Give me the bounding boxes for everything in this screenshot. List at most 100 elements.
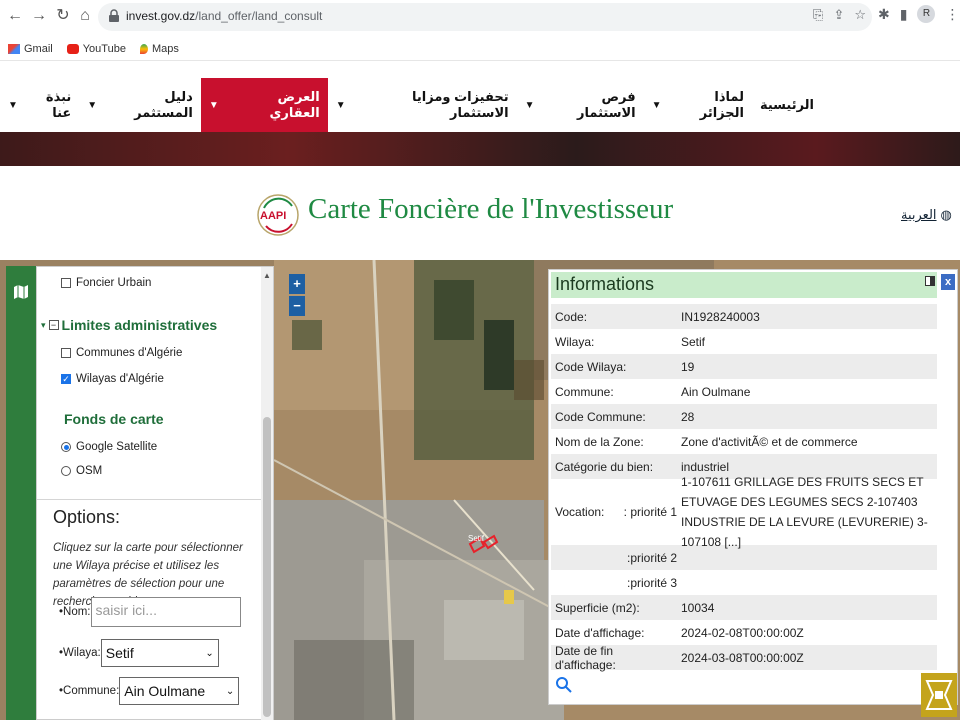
checkbox[interactable] xyxy=(61,348,71,358)
options-title: Options: xyxy=(53,507,121,527)
menu-dots-icon[interactable]: ⋮ xyxy=(945,6,959,23)
layer-communes[interactable]: Communes d'Algérie xyxy=(61,347,182,359)
info-value: IN1928240003 xyxy=(681,309,760,324)
info-value: 28 xyxy=(681,409,695,424)
wilaya-select[interactable]: Setif ⌄ xyxy=(100,639,219,667)
nav-land-offer[interactable]: العرض العقاري ▼ xyxy=(200,78,328,132)
nav-label: الرئيسية xyxy=(759,97,814,112)
restore-icon[interactable] xyxy=(925,276,935,286)
layer-wilayas[interactable]: ✓ Wilayas d'Algérie xyxy=(61,373,164,385)
radio-label: OSM xyxy=(76,465,103,477)
nom-label: •Nom: xyxy=(59,606,91,618)
basemap-osm[interactable]: OSM xyxy=(61,465,102,477)
info-value: Zone d'activitÃ© et de commerce xyxy=(681,434,858,449)
nav-incentives[interactable]: تحفيزات ومزايا الاستثمار ▼ xyxy=(328,78,517,132)
radio-checked[interactable] xyxy=(61,442,71,452)
info-value: 2024-03-08T00:00:00Z xyxy=(681,650,804,665)
zoom-out-button[interactable]: − xyxy=(289,296,305,316)
checkbox-checked[interactable]: ✓ xyxy=(61,374,71,384)
info-row: Code Commune: 28 xyxy=(551,404,937,429)
lang-link[interactable]: العربية xyxy=(901,207,937,223)
bookmark-label: Gmail xyxy=(24,42,53,55)
chevron-down-icon[interactable]: ▾ xyxy=(41,320,46,331)
search-icon[interactable] xyxy=(555,676,573,694)
layers-panel: Foncier Urbain ▾ − Limites administratives… xyxy=(36,266,274,720)
nav-home[interactable]: الرئيسية xyxy=(752,78,822,132)
info-value: 2024-02-08T00:00:00Z xyxy=(681,625,804,640)
info-row: Commune: Ain Oulmane xyxy=(551,379,937,404)
home-icon[interactable]: ⌂ xyxy=(74,5,96,27)
info-row: Wilaya: Setif xyxy=(551,329,937,354)
scroll-thumb[interactable] xyxy=(263,417,271,717)
info-panel: Informations x Code: IN1928240003 Wilaya: S… xyxy=(548,269,958,705)
map-layers-icon[interactable] xyxy=(13,284,29,300)
page-title: Carte Foncière de l'Investisseur xyxy=(308,193,674,225)
section-title: Limites administratives xyxy=(61,317,218,333)
zoom-in-button[interactable]: + xyxy=(289,274,305,294)
wilaya-row: •Wilaya: Setif ⌄ xyxy=(59,639,219,667)
fonds-section-title: Fonds de carte xyxy=(64,411,164,427)
language-switch[interactable]: العربية ◍ xyxy=(901,207,952,223)
info-label: Wilaya: xyxy=(555,334,595,349)
panel-scrollbar[interactable]: ▲ xyxy=(261,267,273,720)
nav-why-algeria[interactable]: لماذا الجزائر ▼ xyxy=(644,78,752,132)
limites-toggle[interactable]: ▾ − Limites administratives xyxy=(41,317,217,333)
info-row: Superficie (m2): 10034 xyxy=(551,595,937,620)
info-row: Code: IN1928240003 xyxy=(551,304,937,329)
caret-down-icon: ▼ xyxy=(208,99,219,111)
gmail-icon xyxy=(8,43,20,54)
bookmark-label: YouTube xyxy=(82,42,126,55)
lock-icon[interactable] xyxy=(108,9,120,23)
translate-icon[interactable]: ⎘ xyxy=(813,7,823,23)
land-parcel-marker[interactable]: Setif xyxy=(466,532,500,558)
sidepanel-icon[interactable]: ▮ xyxy=(900,6,908,23)
nav-about[interactable]: نبذة عنا ▼ xyxy=(0,78,79,132)
info-row: Date de fin d'affichage: 2024-03-08T00:00… xyxy=(551,644,937,672)
logo-text: AAPI xyxy=(260,210,286,222)
info-value: Setif xyxy=(681,334,706,349)
star-icon[interactable]: ☆ xyxy=(854,7,866,23)
zoom-controls: + − xyxy=(289,274,305,318)
commune-row: •Commune: Ain Oulmane ⌄ xyxy=(59,677,240,705)
extensions-icon[interactable]: ✱ xyxy=(878,6,890,23)
bookmark-gmail[interactable]: Gmail xyxy=(8,43,53,55)
avatar[interactable]: R xyxy=(917,5,936,23)
bookmark-maps[interactable]: Maps xyxy=(139,42,179,55)
layer-foncier-urbain[interactable]: Foncier Urbain xyxy=(61,277,151,289)
nav-label: دليل المستثمر xyxy=(134,89,193,120)
info-label: Code Wilaya: xyxy=(555,359,627,374)
bookmark-youtube[interactable]: YouTube xyxy=(66,42,126,55)
caret-down-icon: ▼ xyxy=(8,99,18,111)
commune-select[interactable]: Ain Oulmane ⌄ xyxy=(119,677,240,705)
share-icon[interactable]: ⇪ xyxy=(833,7,844,23)
info-label: Catégorie du bien: xyxy=(555,459,654,474)
nom-input[interactable]: saisir ici... xyxy=(90,597,241,627)
checkbox[interactable]: − xyxy=(48,320,59,330)
globe-icon[interactable]: ◍ xyxy=(941,207,952,223)
browser-toolbar: ← → ↻ ⌂ invest.gov.dz/land_offer/land_co… xyxy=(0,0,960,34)
nav-label: تحفيزات ومزايا الاستثمار xyxy=(412,89,509,120)
url-path: /land_offer/land_consult xyxy=(195,9,323,23)
radio[interactable] xyxy=(61,466,71,476)
app-badge-icon[interactable] xyxy=(921,673,957,717)
nav-investor-guide[interactable]: دليل المستثمر ▼ xyxy=(79,78,201,132)
forward-icon[interactable]: → xyxy=(28,5,50,27)
chevron-down-icon: ⌄ xyxy=(205,647,214,659)
info-label: Code: xyxy=(555,309,588,324)
info-row: priorité 3: xyxy=(626,575,677,590)
info-label: Commune: xyxy=(555,384,614,399)
header-banner xyxy=(0,132,960,166)
bookmark-label: Maps xyxy=(151,42,179,55)
info-value: 10034 xyxy=(681,600,715,615)
info-row: Nom de la Zone: Zone d'activitÃ© et de co… xyxy=(551,429,937,454)
info-label: Superficie (m2): xyxy=(555,600,640,615)
checkbox[interactable] xyxy=(61,278,71,288)
close-button[interactable]: x xyxy=(941,274,955,290)
basemap-google-satellite[interactable]: Google Satellite xyxy=(61,441,157,453)
back-icon[interactable]: ← xyxy=(4,5,26,27)
reload-icon[interactable]: ↻ xyxy=(52,5,74,27)
address-bar[interactable]: invest.gov.dz/land_offer/land_consult ⎘ … xyxy=(98,3,872,31)
scroll-up-icon[interactable]: ▲ xyxy=(263,271,271,280)
divider xyxy=(37,499,263,500)
nav-opportunities[interactable]: فرص الاستثمار ▼ xyxy=(517,78,644,132)
